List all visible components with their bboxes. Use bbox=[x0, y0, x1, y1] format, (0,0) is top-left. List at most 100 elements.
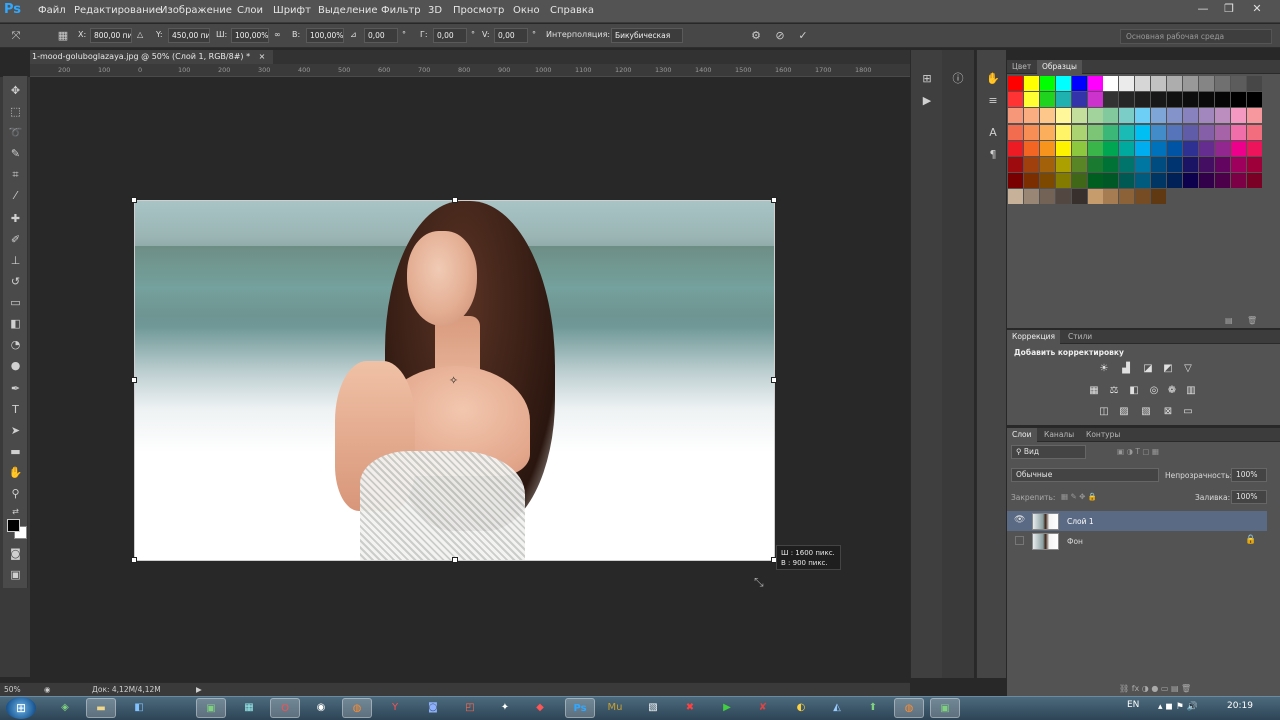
swatch[interactable] bbox=[1087, 157, 1103, 172]
taskbar-app-icon[interactable]: ◈ bbox=[50, 698, 80, 718]
swatch[interactable] bbox=[1230, 92, 1246, 108]
quick-select-tool-icon[interactable]: ✎ bbox=[5, 145, 26, 163]
status-arrow-icon[interactable]: ▶ bbox=[196, 683, 202, 697]
swatch[interactable] bbox=[1151, 189, 1167, 205]
swatch[interactable] bbox=[1039, 76, 1055, 91]
swatch[interactable] bbox=[1151, 140, 1167, 156]
taskbar-app-icon[interactable]: ◉ bbox=[306, 698, 336, 718]
angle-field[interactable]: 0,00 bbox=[364, 28, 398, 43]
menu-edit[interactable]: Редактирование bbox=[74, 5, 161, 16]
swatch[interactable] bbox=[1167, 157, 1182, 172]
swatch[interactable] bbox=[1246, 124, 1262, 140]
tab-color[interactable]: Цвет bbox=[1007, 60, 1036, 74]
explorer-icon[interactable]: ▬ bbox=[86, 698, 116, 718]
swatch[interactable] bbox=[1071, 189, 1087, 205]
swatch[interactable] bbox=[1214, 92, 1230, 108]
swatch[interactable] bbox=[1103, 76, 1119, 91]
lock-icons[interactable]: ▦ ✎ ✥ 🔒 bbox=[1061, 492, 1097, 501]
taskbar-app-icon[interactable]: ▦ bbox=[234, 698, 264, 718]
transform-center-icon[interactable]: ✧ bbox=[449, 374, 458, 387]
opacity-field[interactable]: 100% bbox=[1231, 468, 1267, 482]
x-field[interactable]: 800,00 пи bbox=[90, 28, 132, 43]
swatch[interactable] bbox=[1119, 124, 1135, 140]
swatch[interactable] bbox=[1071, 124, 1087, 140]
commit-transform-icon[interactable]: ✓ bbox=[795, 28, 811, 44]
delete-swatch-icon[interactable]: 🗑 bbox=[1247, 316, 1257, 325]
swatch[interactable] bbox=[1008, 92, 1023, 108]
link-icon[interactable]: ∞ bbox=[274, 30, 281, 39]
swatch[interactable] bbox=[1008, 173, 1023, 189]
swatch[interactable] bbox=[1230, 157, 1246, 172]
swatch[interactable] bbox=[1103, 173, 1119, 189]
start-button[interactable]: ⊞ bbox=[6, 697, 36, 719]
swatch[interactable] bbox=[1198, 124, 1214, 140]
swatch[interactable] bbox=[1230, 108, 1246, 124]
transform-tool-icon[interactable]: ⤧ bbox=[8, 28, 24, 44]
history-brush-icon[interactable]: ↺ bbox=[5, 273, 26, 291]
menu-3d[interactable]: 3D bbox=[428, 5, 442, 16]
posterize-icon[interactable]: ▨ bbox=[1117, 405, 1131, 419]
tab-adjustments[interactable]: Коррекция bbox=[1007, 330, 1061, 344]
healing-brush-icon[interactable]: ✚ bbox=[5, 210, 26, 228]
brush-presets-icon[interactable]: ≡ bbox=[983, 92, 1003, 110]
swatch[interactable] bbox=[1135, 92, 1151, 108]
tray-icons[interactable]: ▴ ◼ ⚑ 🔊 bbox=[1158, 702, 1198, 712]
exposure-icon[interactable]: ◩ bbox=[1161, 362, 1175, 376]
photo-filter-icon[interactable]: ◎ bbox=[1147, 384, 1161, 398]
gradient-tool-icon[interactable]: ◧ bbox=[5, 315, 26, 333]
swatch[interactable] bbox=[1135, 140, 1151, 156]
menu-select[interactable]: Выделение bbox=[318, 5, 378, 16]
swatch[interactable] bbox=[1023, 189, 1039, 205]
swatch[interactable] bbox=[1008, 108, 1023, 124]
swatch[interactable] bbox=[1071, 140, 1087, 156]
menu-help[interactable]: Справка bbox=[550, 5, 594, 16]
crop-tool-icon[interactable]: ⌗ bbox=[5, 166, 26, 184]
swatch[interactable] bbox=[1182, 157, 1198, 172]
photoshop-taskbar-icon[interactable]: Ps bbox=[565, 698, 595, 718]
swatch[interactable] bbox=[1135, 108, 1151, 124]
opera-icon[interactable]: O bbox=[270, 698, 300, 718]
swatch[interactable] bbox=[1071, 76, 1087, 91]
swatch[interactable] bbox=[1182, 124, 1198, 140]
swatch[interactable] bbox=[1008, 157, 1023, 172]
swatch[interactable] bbox=[1119, 173, 1135, 189]
swatch[interactable] bbox=[1039, 189, 1055, 205]
swatch[interactable] bbox=[1182, 140, 1198, 156]
swatch[interactable] bbox=[1023, 140, 1039, 156]
history-panel-icon[interactable]: ⊞ bbox=[917, 70, 937, 88]
tab-layers[interactable]: Слои bbox=[1007, 428, 1037, 442]
swatch[interactable] bbox=[1246, 173, 1262, 189]
swatch[interactable] bbox=[1151, 173, 1167, 189]
firefox-icon[interactable]: ◍ bbox=[342, 698, 372, 718]
close-window-icon[interactable]: ✕ bbox=[1244, 2, 1270, 18]
swatch[interactable] bbox=[1119, 140, 1135, 156]
swatch[interactable] bbox=[1023, 157, 1039, 172]
vskew-field[interactable]: 0,00 bbox=[494, 28, 528, 43]
swatch[interactable] bbox=[1071, 108, 1087, 124]
language-indicator[interactable]: EN bbox=[1127, 700, 1139, 710]
swatch[interactable] bbox=[1087, 76, 1103, 91]
swatch[interactable] bbox=[1023, 76, 1039, 91]
swatch[interactable] bbox=[1055, 189, 1071, 205]
swatch[interactable] bbox=[1167, 76, 1182, 91]
move-tool-icon[interactable]: ✥ bbox=[5, 82, 26, 100]
swatch[interactable] bbox=[1055, 124, 1071, 140]
swatch[interactable] bbox=[1214, 140, 1230, 156]
gradient-map-icon[interactable]: ▭ bbox=[1181, 405, 1195, 419]
width-field[interactable]: 100,00% bbox=[231, 28, 269, 43]
tab-channels[interactable]: Каналы bbox=[1039, 428, 1079, 442]
swatch[interactable] bbox=[1055, 92, 1071, 108]
swatch[interactable] bbox=[1023, 173, 1039, 189]
swatch[interactable] bbox=[1246, 108, 1262, 124]
swatch[interactable] bbox=[1023, 108, 1039, 124]
dodge-tool-icon[interactable]: ● bbox=[5, 357, 26, 375]
taskbar-app-icon[interactable]: ✖ bbox=[675, 698, 705, 718]
selective-color-icon[interactable]: ⊠ bbox=[1161, 405, 1175, 419]
path-select-tool-icon[interactable]: ➤ bbox=[5, 422, 26, 440]
color-balance-icon[interactable]: ⚖ bbox=[1107, 384, 1121, 398]
tab-paths[interactable]: Контуры bbox=[1081, 428, 1125, 442]
status-menu-icon[interactable]: ◉ bbox=[44, 683, 51, 697]
swatch[interactable] bbox=[1198, 140, 1214, 156]
swatch[interactable] bbox=[1135, 157, 1151, 172]
menu-image[interactable]: Изображение bbox=[160, 5, 232, 16]
